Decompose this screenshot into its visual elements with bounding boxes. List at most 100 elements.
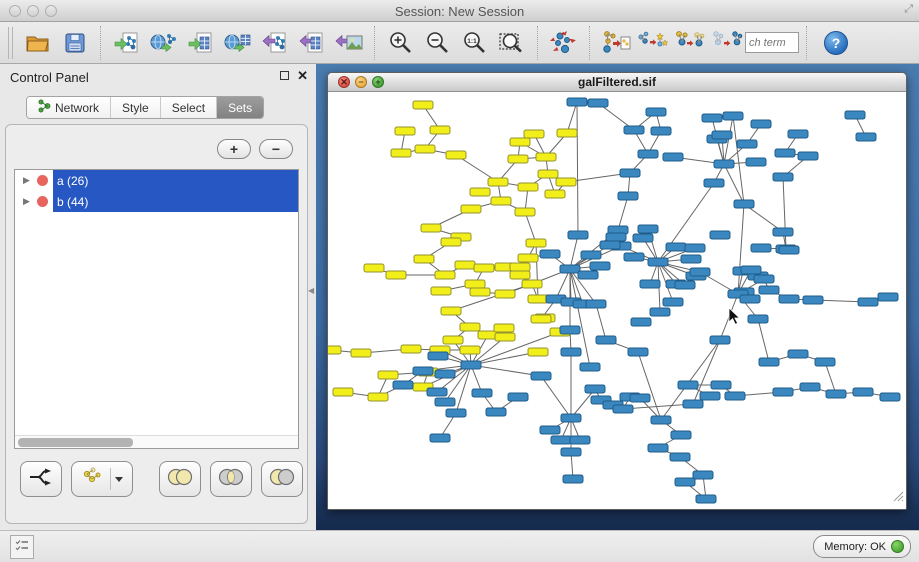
horizontal-scrollbar[interactable] [15, 435, 298, 448]
graph-node[interactable] [714, 160, 734, 168]
graph-node[interactable] [693, 471, 713, 479]
graph-node[interactable] [401, 345, 421, 353]
graph-node[interactable] [685, 244, 705, 252]
zoom-fit-button[interactable] [493, 26, 530, 60]
graph-node[interactable] [751, 120, 771, 128]
fullscreen-icon[interactable]: ⤢ [904, 3, 913, 16]
graph-node[interactable] [700, 392, 720, 400]
graph-node[interactable] [638, 225, 658, 233]
splitter-collapse-icon[interactable]: ◀ [308, 286, 314, 295]
graph-node[interactable] [624, 253, 644, 261]
float-panel-icon[interactable] [280, 71, 289, 80]
graph-node[interactable] [461, 361, 481, 369]
graph-node[interactable] [391, 149, 411, 157]
graph-node[interactable] [435, 271, 455, 279]
import-network-file-button[interactable] [108, 26, 145, 60]
graph-node[interactable] [734, 200, 754, 208]
graph-node[interactable] [798, 152, 818, 160]
create-set-from-network-button[interactable] [71, 461, 133, 497]
graph-edge[interactable] [577, 102, 578, 235]
graph-node[interactable] [528, 348, 548, 356]
graph-node[interactable] [488, 178, 508, 186]
memory-status-button[interactable]: Memory: OK [813, 535, 911, 558]
graph-node[interactable] [586, 300, 606, 308]
graph-node[interactable] [853, 388, 873, 396]
graph-node[interactable] [560, 265, 580, 273]
task-history-button[interactable] [10, 535, 34, 559]
export-image-button[interactable] [330, 26, 367, 60]
graph-edge[interactable] [567, 102, 577, 133]
graph-node[interactable] [427, 388, 447, 396]
tab-select[interactable]: Select [161, 97, 217, 118]
graph-node[interactable] [628, 348, 648, 356]
graph-node[interactable] [646, 108, 666, 116]
list-item[interactable]: ▶ b (44) [15, 191, 298, 212]
graph-node[interactable] [446, 409, 466, 417]
graph-node[interactable] [681, 255, 701, 263]
graph-node[interactable] [648, 258, 668, 266]
save-session-button[interactable] [56, 26, 93, 60]
graph-edge[interactable] [733, 116, 744, 204]
graph-node[interactable] [567, 98, 587, 106]
search-input[interactable] [745, 32, 799, 53]
tab-network[interactable]: Network [27, 97, 111, 118]
graph-node[interactable] [568, 231, 588, 239]
graph-node[interactable] [430, 434, 450, 442]
graph-node[interactable] [538, 170, 558, 178]
graph-node[interactable] [441, 307, 461, 315]
graph-node[interactable] [800, 383, 820, 391]
expander-icon[interactable]: ▶ [23, 196, 37, 207]
graph-node[interactable] [393, 381, 413, 389]
graph-node[interactable] [779, 246, 799, 254]
import-table-file-button[interactable] [182, 26, 219, 60]
app-style-mapper-button[interactable] [634, 26, 671, 60]
graph-node[interactable] [508, 155, 528, 163]
graph-node[interactable] [560, 326, 580, 334]
graph-node[interactable] [779, 295, 799, 303]
graph-node[interactable] [671, 431, 691, 439]
graph-node[interactable] [435, 370, 455, 378]
graph-node[interactable] [581, 251, 601, 259]
graph-node[interactable] [460, 323, 480, 331]
graph-node[interactable] [775, 149, 795, 157]
graph-node[interactable] [711, 381, 731, 389]
graph-node[interactable] [651, 127, 671, 135]
graph-node[interactable] [510, 138, 530, 146]
add-set-button[interactable]: + [217, 139, 251, 159]
graph-node[interactable] [563, 475, 583, 483]
graph-node[interactable] [651, 416, 671, 424]
graph-node[interactable] [495, 290, 515, 298]
tab-sets[interactable]: Sets [217, 97, 263, 118]
graph-node[interactable] [856, 133, 876, 141]
graph-node[interactable] [428, 352, 448, 360]
graph-node[interactable] [690, 268, 710, 276]
graph-node[interactable] [431, 287, 451, 295]
graph-node[interactable] [754, 275, 774, 283]
graph-node[interactable] [880, 393, 900, 401]
graph-node[interactable] [528, 295, 548, 303]
graph-node[interactable] [470, 188, 490, 196]
apply-layout-button[interactable] [545, 26, 582, 60]
graph-edge[interactable] [536, 243, 538, 299]
graph-node[interactable] [675, 478, 695, 486]
graph-edge[interactable] [451, 284, 532, 311]
graph-node[interactable] [368, 393, 388, 401]
graph-edge[interactable] [825, 362, 836, 394]
zoom-actual-button[interactable]: 1:1 [456, 26, 493, 60]
graph-node[interactable] [580, 363, 600, 371]
graph-node[interactable] [590, 262, 610, 270]
graph-node[interactable] [618, 192, 638, 200]
graph-node[interactable] [596, 336, 616, 344]
zoom-out-button[interactable] [419, 26, 456, 60]
graph-node[interactable] [443, 336, 463, 344]
graph-node[interactable] [395, 127, 415, 135]
graph-node[interactable] [759, 286, 779, 294]
graph-node[interactable] [328, 346, 341, 354]
graph-edge[interactable] [596, 304, 606, 340]
graph-node[interactable] [510, 271, 530, 279]
graph-node[interactable] [515, 208, 535, 216]
graph-node[interactable] [845, 111, 865, 119]
graph-node[interactable] [630, 394, 650, 402]
import-table-web-button[interactable] [219, 26, 256, 60]
graph-node[interactable] [518, 254, 538, 262]
